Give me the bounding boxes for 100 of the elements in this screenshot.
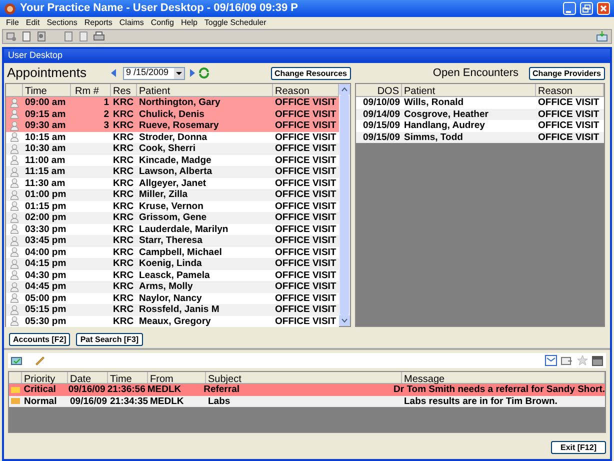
close-icon[interactable]	[597, 2, 610, 15]
document-icon[interactable]	[78, 31, 89, 42]
change-resources-button[interactable]: Change Resources	[270, 66, 351, 80]
dropdown-icon[interactable]	[174, 68, 184, 78]
table-row[interactable]: 01:15 pm KRC Kruse, Vernon OFFICE VISIT	[6, 200, 339, 212]
minimize-icon[interactable]	[563, 2, 576, 15]
menu-item[interactable]: Toggle Scheduler	[204, 16, 266, 28]
table-row[interactable]: 04:00 pm KRC Campbell, Michael OFFICE VISIT	[6, 246, 339, 258]
column-header[interactable]: Message	[402, 372, 605, 383]
restore-icon[interactable]	[580, 2, 593, 15]
column-header[interactable]: Patient	[137, 84, 273, 96]
next-icon[interactable]	[188, 68, 196, 78]
table-row[interactable]: 11:15 am KRC Lawson, Alberta OFFICE VISIT	[6, 166, 339, 178]
table-row[interactable]: 09/14/09 Cosgrove, Heather OFFICE VISIT	[356, 108, 604, 120]
column-header[interactable]: Subject	[206, 372, 402, 383]
table-cell-text: 02:00 pm	[24, 213, 68, 222]
table-cell-text: Koenig, Linda	[138, 259, 203, 268]
table-cell-text: KRC	[112, 259, 135, 268]
refresh-icon[interactable]	[198, 67, 210, 79]
table-row[interactable]: 04:45 pm KRC Arms, Molly OFFICE VISIT	[6, 281, 339, 292]
menu-item[interactable]: Reports	[84, 16, 112, 28]
table-cell-text: OFFICE VISIT	[537, 121, 600, 130]
table-row[interactable]: Critical 09/16/09 21:36:56 MEDLK Referral Dr Tom Smith needs a referral for Sandy Short.	[9, 384, 605, 396]
table-cell-text: OFFICE VISIT	[274, 110, 338, 119]
table-row[interactable]: 02:00 pm KRC Grissom, Gene OFFICE VISIT	[6, 212, 339, 224]
table-row[interactable]: 04:30 pm KRC Leasck, Pamela OFFICE VISIT	[6, 270, 339, 281]
refresh-mail-icon[interactable]	[11, 356, 22, 366]
table-row[interactable]: 05:15 pm KRC Rossfeld, Janis M OFFICE VISIT	[6, 304, 339, 316]
date-dropdown[interactable]: 9 /15/2009	[123, 66, 185, 80]
table-cell-text: OFFICE VISIT	[537, 110, 600, 119]
table-cell-text: Campbell, Michael	[138, 248, 223, 257]
menu-item[interactable]: Help	[180, 16, 198, 28]
table-cell-text: Handlang, Audrey	[403, 121, 486, 130]
envelope-icon[interactable]	[545, 355, 557, 366]
previous-icon[interactable]	[110, 68, 118, 78]
table-cell-text: 21:34:35	[109, 396, 148, 406]
column-header[interactable]: Rm #	[71, 84, 111, 96]
person-icon	[10, 201, 19, 212]
menu-item[interactable]: Config	[150, 16, 174, 28]
table-row[interactable]: 09/15/09 Simms, Todd OFFICE VISIT	[356, 132, 604, 143]
table-cell-text: OFFICE VISIT	[274, 294, 338, 303]
column-header[interactable]: Time	[23, 84, 71, 96]
menu-item[interactable]: Sections	[46, 16, 78, 28]
column-header[interactable]: From	[148, 372, 206, 383]
table-cell-text: 09:00 am	[24, 98, 67, 108]
action-button[interactable]: Accounts [F2]	[9, 332, 70, 346]
person-icon	[10, 144, 19, 154]
document-icon[interactable]	[36, 31, 47, 42]
table-cell-text: KRC	[112, 178, 135, 188]
menu-item[interactable]: File	[6, 16, 19, 28]
column-header[interactable]: Priority	[22, 372, 68, 383]
table-row[interactable]: 09:15 am 2 KRC Chulick, Denis OFFICE VISIT	[6, 108, 339, 120]
pencil-icon[interactable]	[34, 355, 45, 366]
table-cell-text: Lauderdale, Marilyn	[138, 224, 230, 234]
table-row[interactable]: 11:00 am KRC Kincade, Madge OFFICE VISIT	[6, 154, 339, 166]
column-header[interactable]: Date	[68, 372, 108, 383]
calendar-icon[interactable]	[592, 355, 603, 366]
table-cell-text: 09/10/09	[362, 98, 401, 108]
table-cell-text: KRC	[112, 213, 135, 222]
table-cell-text: KRC	[112, 202, 135, 211]
table-row[interactable]: 05:30 pm KRC Meaux, Gregory OFFICE VISIT	[6, 316, 339, 327]
scrollbar[interactable]	[339, 84, 350, 326]
scroll-up-icon[interactable]	[339, 84, 350, 95]
table-row[interactable]: 01:00 pm KRC Miller, Zilla OFFICE VISIT	[6, 189, 339, 200]
star-icon[interactable]	[577, 355, 588, 366]
table-row[interactable]: Normal 09/16/09 21:34:35 MEDLK Labs Labs results are in for Tim Brown.	[9, 396, 605, 407]
column-header[interactable]: DOS	[356, 84, 402, 96]
column-header[interactable]: Reason	[536, 84, 604, 96]
change-providers-button[interactable]: Change Providers	[528, 66, 605, 80]
table-cell-text: 09/16/09	[69, 396, 108, 406]
table-cell-text: KRC	[112, 190, 135, 200]
table-cell-text: 01:15 pm	[24, 202, 68, 211]
table-cell-text: Miller, Zilla	[138, 190, 189, 200]
menu-item[interactable]: Edit	[26, 16, 40, 28]
document-icon[interactable]	[63, 31, 74, 42]
menu-item[interactable]: Claims	[119, 16, 144, 28]
action-button[interactable]: Pat Search [F3]	[76, 332, 143, 346]
table-cell-text: KRC	[112, 316, 135, 326]
table-row[interactable]: 11:30 am KRC Allgeyer, Janet OFFICE VISIT	[6, 178, 339, 189]
table-cell-text: KRC	[112, 121, 135, 130]
table-row[interactable]: 05:00 pm KRC Naylor, Nancy OFFICE VISIT	[6, 292, 339, 304]
exit-button[interactable]: Exit [F12]	[551, 441, 606, 454]
table-row[interactable]: 09:30 am 3 KRC Rueve, Rosemary OFFICE VISIT	[6, 120, 339, 132]
table-row[interactable]: 10:15 am KRC Stroder, Donna OFFICE VISIT	[6, 132, 339, 143]
column-header[interactable]: Res	[111, 84, 137, 96]
printer-icon[interactable]	[93, 31, 105, 42]
document-icon[interactable]	[21, 31, 32, 42]
table-row[interactable]: 03:45 pm KRC Starr, Theresa OFFICE VISIT	[6, 235, 339, 246]
table-cell-text: 11:30 am	[24, 178, 66, 188]
person-icon	[10, 270, 19, 280]
table-row[interactable]: 10:30 am KRC Cook, Sherri OFFICE VISIT	[6, 143, 339, 154]
table-row[interactable]: 03:30 pm KRC Lauderdale, Marilyn OFFICE VISIT	[6, 224, 339, 235]
table-row[interactable]: 09:00 am 1 KRC Northington, Gary OFFICE VISIT	[6, 97, 339, 108]
column-header[interactable]: Time	[108, 372, 148, 383]
table-cell-text: KRC	[112, 98, 135, 108]
table-cell-text: OFFICE VISIT	[274, 224, 338, 234]
table-row[interactable]: 04:15 pm KRC Koenig, Linda OFFICE VISIT	[6, 258, 339, 270]
scroll-down-icon[interactable]	[339, 315, 350, 326]
inbox-icon[interactable]	[596, 31, 608, 42]
column-header[interactable]: Patient	[402, 84, 536, 96]
